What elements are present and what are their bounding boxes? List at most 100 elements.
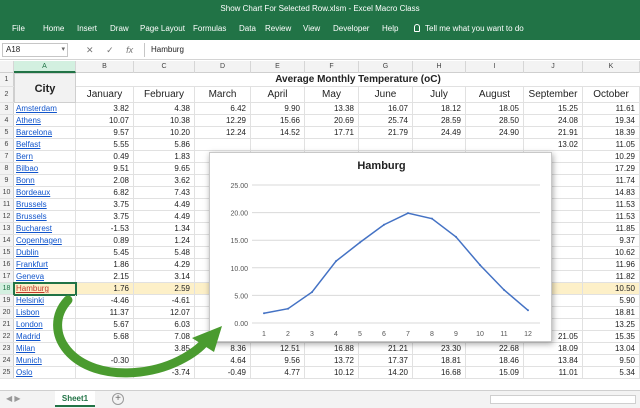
temperature-cell[interactable]: 20.69 — [305, 115, 359, 126]
city-link[interactable]: Belfast — [14, 139, 76, 150]
sheet-tab-sheet1[interactable]: Sheet1 — [55, 391, 95, 407]
city-link[interactable]: Barcelona — [14, 127, 76, 138]
temperature-cell[interactable]: 5.68 — [76, 331, 134, 342]
city-link[interactable]: Amsterdam — [14, 103, 76, 114]
temperature-cell[interactable]: 8.36 — [195, 343, 251, 354]
temperature-cell[interactable]: 10.29 — [583, 151, 640, 162]
temperature-cell[interactable]: 5.90 — [583, 295, 640, 306]
temperature-cell[interactable]: 18.09 — [524, 343, 583, 354]
temperature-cell[interactable]: -4.46 — [76, 295, 134, 306]
temperature-cell[interactable]: 21.91 — [524, 127, 583, 138]
temperature-cell[interactable] — [195, 139, 251, 150]
temperature-cell[interactable] — [413, 139, 466, 150]
row-number[interactable]: 20 — [0, 307, 14, 318]
temperature-cell[interactable]: 0.49 — [76, 151, 134, 162]
temperature-cell[interactable]: 2.15 — [76, 271, 134, 282]
table-row[interactable]: 5 Barcelona 9.57 10.20 12.24 14.52 17.71 21.79 2… — [0, 127, 640, 139]
temperature-cell[interactable]: 9.56 — [251, 355, 305, 366]
temperature-cell[interactable]: 21.79 — [359, 127, 413, 138]
temperature-cell[interactable]: 3.85 — [134, 343, 195, 354]
temperature-cell[interactable]: 18.12 — [413, 103, 466, 114]
city-link[interactable]: London — [14, 319, 76, 330]
temperature-cell[interactable]: 0.89 — [76, 235, 134, 246]
temperature-cell[interactable]: 5.45 — [76, 247, 134, 258]
city-link[interactable]: Helsinki — [14, 295, 76, 306]
horizontal-scrollbar[interactable] — [490, 395, 636, 404]
row-number[interactable]: 3 — [0, 103, 14, 114]
row-number[interactable]: 16 — [0, 259, 14, 270]
temperature-cell[interactable]: 7.08 — [134, 331, 195, 342]
temperature-cell[interactable]: 2.59 — [134, 283, 195, 294]
column-header-a[interactable]: A — [14, 61, 76, 73]
column-header-c[interactable]: C — [134, 61, 195, 73]
temperature-cell[interactable]: 28.59 — [413, 115, 466, 126]
temperature-cell[interactable]: 2.08 — [76, 175, 134, 186]
temperature-cell[interactable]: -1.53 — [76, 223, 134, 234]
table-row[interactable]: 4 Athens 10.07 10.38 12.29 15.66 20.69 25.74 28.… — [0, 115, 640, 127]
temperature-cell[interactable] — [76, 343, 134, 354]
row-number[interactable]: 12 — [0, 211, 14, 222]
temperature-cell[interactable]: 10.62 — [583, 247, 640, 258]
temperature-cell[interactable]: 1.83 — [134, 151, 195, 162]
city-link[interactable]: Milan — [14, 343, 76, 354]
select-all-corner[interactable] — [0, 61, 14, 73]
temperature-cell[interactable]: 11.53 — [583, 199, 640, 210]
city-link[interactable]: Dublin — [14, 247, 76, 258]
temperature-cell[interactable]: 13.04 — [583, 343, 640, 354]
row-number[interactable]: 23 — [0, 343, 14, 354]
temperature-cell[interactable]: 6.03 — [134, 319, 195, 330]
temperature-cell[interactable]: 3.75 — [76, 199, 134, 210]
temperature-cell[interactable]: 15.35 — [583, 331, 640, 342]
temperature-cell[interactable]: 4.49 — [134, 211, 195, 222]
name-box[interactable]: A18 ▾ — [2, 43, 68, 57]
row-number[interactable]: 15 — [0, 247, 14, 258]
cancel-icon[interactable]: ✕ — [86, 45, 94, 55]
column-header-b[interactable]: B — [76, 61, 134, 73]
tab-formulas[interactable]: Formulas — [193, 18, 226, 40]
row-number[interactable]: 25 — [0, 367, 14, 378]
temperature-cell[interactable]: 22.68 — [466, 343, 524, 354]
temperature-cell[interactable]: 4.77 — [251, 367, 305, 378]
city-link[interactable]: Oslo — [14, 367, 76, 378]
temperature-cell[interactable]: 1.86 — [76, 259, 134, 270]
formula-input[interactable]: Hamburg — [144, 43, 638, 57]
temperature-cell[interactable]: 3.82 — [76, 103, 134, 114]
temperature-cell[interactable]: 17.37 — [359, 355, 413, 366]
temperature-cell[interactable]: 11.01 — [524, 367, 583, 378]
temperature-cell[interactable]: 17.71 — [305, 127, 359, 138]
temperature-cell[interactable]: 19.34 — [583, 115, 640, 126]
temperature-cell[interactable]: 18.05 — [466, 103, 524, 114]
temperature-cell[interactable]: 12.29 — [195, 115, 251, 126]
row-number[interactable]: 2 — [0, 87, 14, 102]
temperature-cell[interactable]: 14.52 — [251, 127, 305, 138]
column-header-h[interactable]: H — [413, 61, 466, 73]
temperature-cell[interactable]: 1.34 — [134, 223, 195, 234]
table-row[interactable]: 25 Oslo -4.44 -3.74 -0.49 4.77 10.12 14.20 16.68… — [0, 367, 640, 379]
row-number[interactable]: 7 — [0, 151, 14, 162]
tab-page-layout[interactable]: Page Layout — [140, 18, 185, 40]
column-header-g[interactable]: G — [359, 61, 413, 73]
temperature-cell[interactable]: 3.14 — [134, 271, 195, 282]
temperature-cell[interactable]: 10.07 — [76, 115, 134, 126]
temperature-cell[interactable]: -0.49 — [195, 367, 251, 378]
temperature-cell[interactable]: 11.74 — [583, 175, 640, 186]
tab-data[interactable]: Data — [239, 18, 256, 40]
tab-draw[interactable]: Draw — [110, 18, 129, 40]
table-row[interactable]: 24 Munich -0.30 4.64 9.56 13.72 17.37 18.81 18.4… — [0, 355, 640, 367]
temperature-cell[interactable] — [466, 139, 524, 150]
temperature-cell[interactable]: 18.39 — [583, 127, 640, 138]
temperature-cell[interactable]: 9.90 — [251, 103, 305, 114]
row-number[interactable]: 14 — [0, 235, 14, 246]
row-number[interactable]: 6 — [0, 139, 14, 150]
city-link[interactable]: Frankfurt — [14, 259, 76, 270]
temperature-cell[interactable] — [305, 139, 359, 150]
temperature-cell[interactable]: 17.29 — [583, 163, 640, 174]
temperature-cell[interactable] — [251, 139, 305, 150]
temperature-cell[interactable]: 4.29 — [134, 259, 195, 270]
temperature-cell[interactable]: -3.74 — [134, 367, 195, 378]
table-row[interactable]: 23 Milan 3.85 8.36 12.51 16.88 21.21 23.30 22.68… — [0, 343, 640, 355]
row-number[interactable]: 1 — [0, 73, 14, 86]
sheet-nav-arrows-icon[interactable]: ◀ ▶ — [6, 394, 21, 403]
temperature-cell[interactable]: 5.86 — [134, 139, 195, 150]
temperature-cell[interactable]: 14.83 — [583, 187, 640, 198]
